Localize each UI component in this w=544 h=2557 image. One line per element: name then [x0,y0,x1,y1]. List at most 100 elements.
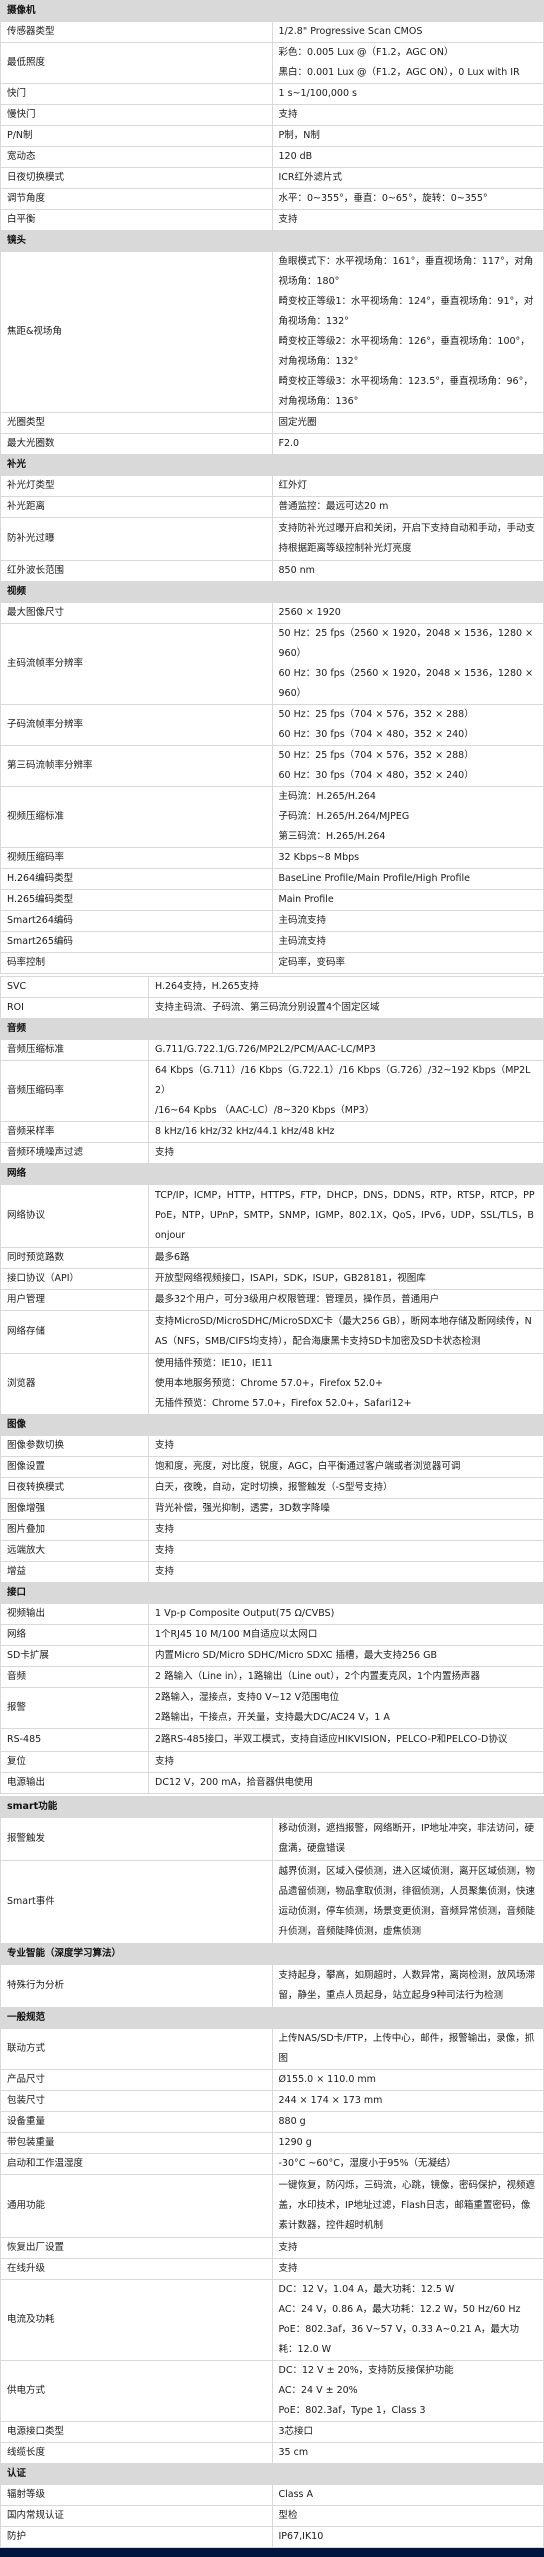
spec-value-line: 2 路输入（Line in），1路输出（Line out），2个内置麦克风，1个… [155,1671,481,1682]
spec-label: 辐射等级 [0,2484,273,2506]
spec-row: 图像增强 背光补偿，强光抑制，透雾，3D数字降噪 [0,1498,544,1520]
spec-row: 图片叠加 支持 [0,1519,544,1541]
spec-row: 联动方式 上传NAS/SD卡/FTP，上传中心，邮件，报警输出，录像，抓图 [0,2028,544,2070]
spec-value: 支持 [148,1751,544,1773]
spec-row: 网络存储 支持MicroSD/MicroSDHC/MicroSDXC卡（最大256… [0,1310,544,1354]
spec-value-line: 1 s~1/100,000 s [278,88,357,99]
spec-label: 设备重量 [0,2111,273,2133]
spec-value-line: 水平：0~355°，垂直：0~65°，旋转：0~355° [278,193,488,204]
spec-value-line: 黑白：0.001 Lux @（F1.2，AGC ON），0 Lux with I… [278,67,520,78]
footer-bar [0,2548,544,2557]
spec-row: 视频压缩码率 32 Kbps~8 Mbps [0,847,544,869]
spec-value: 最多6路 [148,1247,544,1269]
spec-row: Smart事件 越界侦测，区域入侵侦测，进入区域侦测，离开区域侦测，物品遗留侦测，… [0,1860,544,1944]
spec-row: 第三码流帧率分辨率 50 Hz：25 fps（704 × 576，352 × 28… [0,745,544,787]
spec-value: BaseLine Profile/Main Profile/High Profi… [271,868,544,890]
spec-row: 同时预览路数 最多6路 [0,1247,544,1269]
spec-label: 防护 [0,2526,273,2548]
spec-label: 电流及功耗 [0,2279,273,2361]
spec-value-line: 8 kHz/16 kHz/32 kHz/44.1 kHz/48 kHz [155,1126,335,1137]
spec-row: 补光灯类型 红外灯 [0,475,544,497]
spec-row: 最低照度 彩色：0.005 Lux @（F1.2，AGC ON） 黑白：0.001 … [0,42,544,84]
spec-row: 传感器类型 1/2.8" Progressive Scan CMOS [0,21,544,43]
spec-row: 视频压缩标准 主码流：H.265/H.264 子码流：H.265/H.264/MJP… [0,786,544,848]
spec-row: 电源输出 DC12 V，200 mA，拾音器供电使用 [0,1772,544,1794]
spec-row: 接口协议（API） 开放型网络视频接口，ISAPI，SDK，ISUP，GB2818… [0,1268,544,1290]
spec-label: 音频采样率 [0,1121,149,1143]
spec-label: 报警触发 [0,1817,273,1861]
spec-value-line: H.264支持，H.265支持 [155,981,259,992]
spec-row: 报警 2路输入，湿接点，支持0 V~12 V范围电位 2路输出，干接点，开关量，支持… [0,1687,544,1729]
section-title: 镜头 [0,230,544,252]
spec-value-line: 背光补偿，强光抑制，透雾，3D数字降噪 [155,1503,330,1514]
spec-value-line: 主码流：H.265/H.264 [278,791,376,802]
spec-value-line: 850 nm [278,565,315,576]
spec-label: 补光灯类型 [0,475,273,497]
spec-value-line: 第三码流：H.265/H.264 [278,831,386,842]
spec-label: 音频压缩标准 [0,1039,149,1061]
spec-row: ROI 支持主码流、子码流、第三码流分别设置4个固定区域 [0,997,544,1019]
spec-row: 网络协议 TCP/IP，ICMP，HTTP，HTTPS，FTP，DHCP，DNS，… [0,1184,544,1248]
spec-value-line: 50 Hz：25 fps（704 × 576，352 × 288） [278,709,474,720]
spec-value-line: 白天，夜晚，自动，定时切换，报警触发（-S型号支持） [155,1482,393,1493]
spec-value: 支持 [148,1142,544,1164]
spec-row: 用户管理 最多32个用户，可分3级用户权限管理：管理员，操作员，普通用户 [0,1289,544,1311]
spec-row: 报警触发 移动侦测，遮挡报警，网络断开，IP地址冲突，非法访问，硬盘满，硬盘错误 [0,1817,544,1861]
section-title: 视频 [0,581,544,603]
spec-value-line: 支持 [155,1147,175,1158]
spec-value: 2560 × 1920 [271,602,544,624]
spec-label: 图像参数切换 [0,1435,149,1457]
spec-value: 内置Micro SD/Micro SDHC/Micro SDXC 插槽，最大支持… [148,1645,544,1667]
spec-row: 国内常规认证 型检 [0,2505,544,2527]
spec-label: Smart264编码 [0,910,273,932]
spec-value: 1290 g [271,2132,544,2154]
spec-row: 特殊行为分析 支持起身，攀高，如厕超时，人数异常，离岗检测，放风场滞留，静坐，重点… [0,1964,544,2008]
spec-value: 移动侦测，遮挡报警，网络断开，IP地址冲突，非法访问，硬盘满，硬盘错误 [271,1817,544,1861]
spec-label: 产品尺寸 [0,2069,273,2091]
spec-value: DC：12 V，1.04 A，最大功耗：12.5 W AC：24 V，0.86 A… [271,2279,544,2361]
spec-value: 鱼眼模式下：水平视场角：161°，垂直视场角：117°，对角视场角：180° 畸变… [271,251,544,413]
section-header: 专业智能（深度学习算法） [0,1943,544,1965]
spec-label: 传感器类型 [0,21,273,43]
section-title: 接口 [0,1582,544,1604]
spec-label: Smart事件 [0,1860,273,1944]
spec-value: 支持 [148,1540,544,1562]
spec-value: 支持 [271,209,544,231]
spec-value-line: /16~64 Kpbs （AAC-LC）/8~320 Kbps（MP3） [155,1105,375,1116]
spec-value-line: 50 Hz：25 fps（2560 × 1920，2048 × 1536，128… [278,628,534,659]
section-header: 图像 [0,1414,544,1436]
spec-row: 电源接口类型 3芯接口 [0,2421,544,2443]
spec-label: 启动和工作温湿度 [0,2153,273,2175]
spec-label: 日夜切换模式 [0,167,273,189]
spec-row: 主码流帧率分辨率 50 Hz：25 fps（2560 × 1920，2048 × … [0,623,544,705]
spec-value: 8 kHz/16 kHz/32 kHz/44.1 kHz/48 kHz [148,1121,544,1143]
spec-row: H.265编码类型 Main Profile [0,889,544,911]
section-title: 网络 [0,1163,544,1185]
section-title: 摄像机 [0,0,544,22]
spec-value: 支持MicroSD/MicroSDHC/MicroSDXC卡（最大256 GB）… [148,1310,544,1354]
spec-label: 复位 [0,1751,149,1773]
spec-row: 在线升级 支持 [0,2258,544,2280]
spec-value: Main Profile [271,889,544,911]
spec-row: 快门 1 s~1/100,000 s [0,83,544,105]
spec-value-line: 主码流支持 [278,936,327,947]
spec-value: 支持 [148,1435,544,1457]
spec-table-block-smart-general: smart功能 报警触发 移动侦测，遮挡报警，网络断开，IP地址冲突，非法访问，硬盘… [0,1796,544,2548]
section-header: 接口 [0,1582,544,1604]
spec-value: 固定光圈 [271,412,544,434]
spec-label: 电源输出 [0,1772,149,1794]
spec-value-line: 支持 [278,2242,298,2253]
spec-row: 音频采样率 8 kHz/16 kHz/32 kHz/44.1 kHz/48 kHz [0,1121,544,1143]
spec-row: 防护 IP67,IK10 [0,2526,544,2548]
spec-label: 防补光过曝 [0,517,273,561]
spec-value-line: 内置Micro SD/Micro SDHC/Micro SDXC 插槽，最大支持… [155,1650,437,1661]
spec-value-line: 60 Hz：30 fps（704 × 480，352 × 240） [278,770,474,781]
spec-row: 音频 2 路输入（Line in），1路输出（Line out），2个内置麦克风，… [0,1666,544,1688]
spec-value-line: DC：12 V ± 20%，支持防反接保护功能 [278,2365,454,2376]
spec-row: 带包装重量 1290 g [0,2132,544,2154]
spec-value-line: 彩色：0.005 Lux @（F1.2，AGC ON） [278,47,454,58]
spec-row: 产品尺寸 Ø155.0 × 110.0 mm [0,2069,544,2091]
spec-label: 国内常规认证 [0,2505,273,2527]
spec-value-line: 最多6路 [155,1252,190,1263]
spec-label: 浏览器 [0,1353,149,1415]
